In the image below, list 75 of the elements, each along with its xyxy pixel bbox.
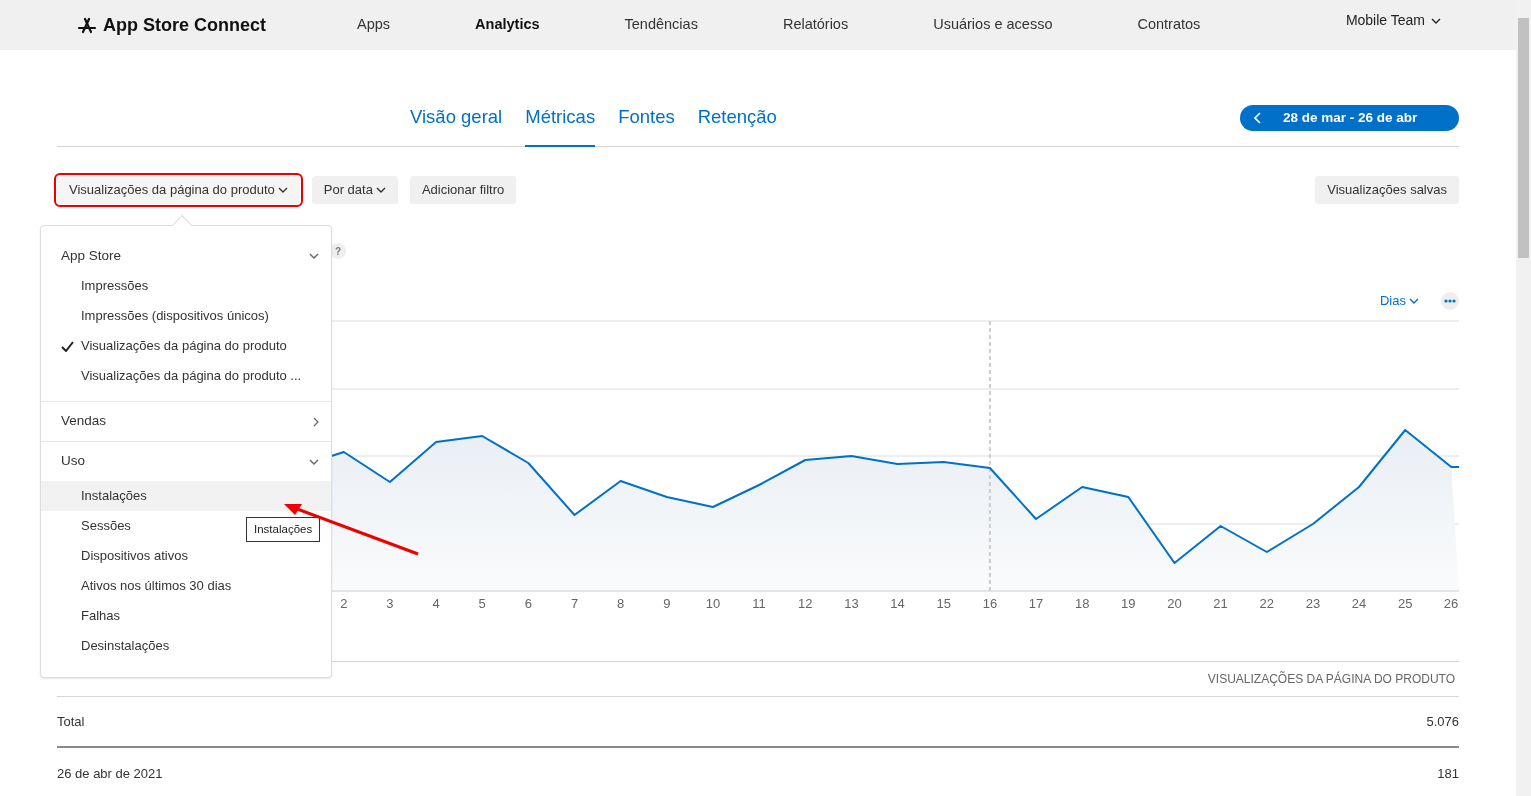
chevron-down-icon — [1431, 17, 1441, 24]
menu-item[interactable]: Impressões — [41, 271, 155, 301]
nav-link[interactable]: Usuários e acesso — [933, 14, 1053, 36]
menu-group-header[interactable]: Uso — [41, 442, 331, 481]
chevron-right-icon — [313, 416, 319, 427]
x-axis-label: 11 — [752, 596, 766, 609]
nav-link[interactable]: Tendências — [624, 14, 698, 36]
chevron-left-icon[interactable] — [1254, 112, 1261, 124]
interval-dropdown[interactable]: Dias — [1380, 291, 1419, 311]
menu-item[interactable]: Instalações — [41, 481, 331, 511]
nav-link[interactable]: Contratos — [1137, 14, 1201, 36]
tooltip: Instalações — [246, 517, 321, 543]
chevron-down-icon — [1409, 298, 1419, 304]
chevron-down-icon — [277, 187, 288, 193]
date-range-button[interactable]: 28 de mar - 26 de abr — [1240, 105, 1459, 131]
x-axis-label: 3 — [386, 596, 394, 609]
tab[interactable]: Visão geral — [410, 103, 503, 147]
nav-link[interactable]: Apps — [357, 14, 391, 36]
menu-item[interactable]: Falhas — [41, 601, 127, 631]
x-axis-label: 17 — [1028, 596, 1044, 609]
filter-dropdown[interactable]: Por data — [311, 176, 398, 204]
filter-button[interactable]: Adicionar filtro — [409, 176, 517, 204]
x-axis-label: 8 — [617, 596, 625, 609]
x-axis-label: 10 — [705, 596, 721, 609]
nav-link[interactable]: Analytics — [475, 14, 540, 36]
menu-item[interactable]: Impressões (dispositivos únicos) — [41, 301, 275, 331]
more-button[interactable] — [1441, 292, 1459, 310]
x-axis-label: 21 — [1213, 596, 1228, 609]
menu-item[interactable]: Dispositivos ativos — [41, 541, 194, 571]
x-axis-label: 18 — [1074, 596, 1090, 609]
x-axis-label: 5 — [478, 596, 486, 609]
x-axis-label: 25 — [1397, 596, 1413, 609]
column-header: VISUALIZAÇÕES DA PÁGINA DO PRODUTO — [1207, 670, 1455, 688]
x-axis-label: 4 — [432, 596, 440, 609]
x-axis-label: 12 — [798, 596, 813, 609]
x-axis-label: 26 — [1443, 596, 1459, 609]
table-cell-text: Total — [57, 712, 85, 731]
filter-dropdown[interactable]: Visualizações da página do produto — [57, 176, 300, 204]
x-axis-label: 23 — [1305, 596, 1321, 609]
scrollbar[interactable] — [1516, 0, 1531, 796]
app-store-icon — [77, 16, 97, 34]
x-axis-label: 14 — [890, 596, 905, 609]
chevron-down-icon — [375, 187, 386, 193]
nav-link[interactable]: Relatórios — [782, 14, 849, 36]
menu-group-header[interactable]: Vendas — [41, 402, 331, 441]
logo-text: App Store Connect — [103, 13, 266, 37]
tab[interactable]: Métricas — [525, 103, 596, 147]
menu-group-header[interactable]: App Store — [41, 241, 331, 271]
x-axis-label: 15 — [936, 596, 951, 609]
tab[interactable]: Retenção — [697, 103, 777, 147]
chevron-down-icon — [309, 253, 319, 259]
saved-views-button[interactable]: Visualizações salvas — [1315, 176, 1459, 204]
x-axis-label: 13 — [844, 596, 859, 609]
x-axis-label: 19 — [1121, 596, 1136, 609]
menu-item[interactable]: Desinstalações — [41, 631, 176, 661]
menu-item[interactable]: Ativos nos últimos 30 dias — [41, 571, 238, 601]
menu-item[interactable]: Sessões — [41, 511, 137, 541]
more-icon — [1444, 299, 1456, 303]
scrollbar-thumb[interactable] — [1518, 18, 1529, 258]
x-axis-label: 24 — [1351, 596, 1367, 609]
x-axis-label: 16 — [982, 596, 998, 609]
x-axis-label: 2 — [340, 596, 348, 609]
table-cell-text: 26 de abr de 2021 — [57, 764, 163, 783]
table-cell-text: 181 — [1437, 764, 1459, 783]
tab[interactable]: Fontes — [618, 103, 675, 147]
account-menu[interactable]: Mobile Team — [1345, 10, 1441, 31]
x-axis-label: 6 — [524, 596, 532, 609]
x-axis-label: 20 — [1167, 596, 1182, 609]
menu-item[interactable]: Visualizações da página do produto — [41, 331, 293, 361]
menu-item[interactable]: Visualizações da página do produto ... — [41, 361, 308, 391]
x-axis-label: 7 — [570, 596, 579, 609]
chevron-down-icon — [309, 458, 319, 465]
x-axis-label: 9 — [663, 596, 671, 609]
table-cell-text: 5.076 — [1426, 712, 1459, 731]
x-axis-label: 22 — [1259, 596, 1275, 609]
